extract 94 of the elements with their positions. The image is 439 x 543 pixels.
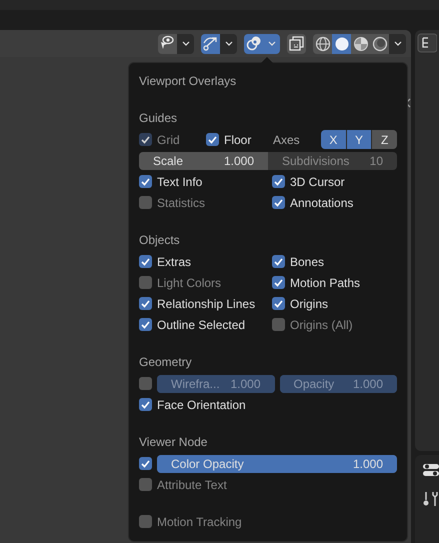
toolbar-button[interactable] bbox=[351, 34, 370, 54]
checkbox-label[interactable]: Light Colors bbox=[157, 276, 222, 290]
checkbox-label[interactable]: Motion Paths bbox=[290, 276, 360, 290]
toolbar-button[interactable] bbox=[201, 34, 220, 54]
checkbox-label[interactable]: Extras bbox=[157, 254, 192, 268]
checkmark-icon bbox=[141, 178, 150, 186]
axis-toggle[interactable]: X bbox=[321, 130, 346, 149]
checkbox-label[interactable]: Origins (All) bbox=[290, 318, 353, 332]
toolbar-button[interactable] bbox=[158, 34, 177, 54]
toolbar-button[interactable] bbox=[313, 34, 332, 54]
checkbox[interactable] bbox=[139, 297, 152, 310]
checkbox[interactable] bbox=[139, 457, 152, 470]
checkbox[interactable] bbox=[272, 318, 285, 331]
toolbar-button[interactable] bbox=[244, 34, 263, 54]
checkbox-label[interactable]: Relationship Lines bbox=[157, 296, 256, 310]
gizmo-icon bbox=[202, 34, 220, 52]
checkbox[interactable] bbox=[139, 255, 152, 268]
field-value: 1.000 bbox=[352, 456, 383, 470]
field-label: Color Opacity bbox=[171, 456, 244, 470]
half-sphere-icon bbox=[352, 34, 370, 52]
checkbox-label[interactable]: Face Orientation bbox=[157, 398, 246, 412]
dropdown-button[interactable] bbox=[220, 34, 237, 54]
toggles-icon[interactable] bbox=[423, 463, 439, 477]
checkbox[interactable] bbox=[139, 175, 152, 188]
chevron-down-icon bbox=[224, 41, 232, 46]
checkmark-icon bbox=[208, 136, 217, 144]
checkbox[interactable] bbox=[206, 133, 219, 146]
checkbox-label[interactable]: Attribute Text bbox=[157, 478, 227, 492]
checkbox-label[interactable]: Motion Tracking bbox=[157, 514, 242, 528]
outliner-icon[interactable] bbox=[417, 33, 437, 53]
checkbox[interactable] bbox=[139, 318, 152, 331]
axis-toggle[interactable]: Y bbox=[346, 130, 372, 149]
slider-field[interactable]: Color Opacity 1.000 bbox=[157, 454, 397, 472]
checkbox[interactable] bbox=[139, 478, 152, 491]
axis-toggle[interactable]: Z bbox=[372, 130, 397, 149]
shaded-sphere-icon bbox=[370, 34, 388, 52]
checkmark-icon bbox=[141, 258, 150, 266]
checkmark-icon bbox=[274, 258, 283, 266]
checkmark-icon bbox=[141, 400, 150, 408]
dropdown-button[interactable] bbox=[263, 34, 280, 54]
field-value: 10 bbox=[370, 154, 383, 168]
section-heading: Viewer Node bbox=[139, 434, 208, 451]
section-heading: Guides bbox=[139, 110, 178, 127]
overlapping-circles-icon bbox=[244, 34, 262, 52]
field-label: Scale bbox=[153, 154, 184, 168]
checkbox-label[interactable]: 3D Cursor bbox=[290, 174, 345, 188]
wire-sphere-icon bbox=[314, 34, 332, 52]
xray-icon bbox=[288, 34, 306, 52]
checkmark-icon bbox=[141, 320, 150, 328]
section-heading: Geometry bbox=[139, 354, 193, 371]
checkbox-label[interactable]: Origins bbox=[290, 296, 328, 310]
checkbox[interactable] bbox=[139, 515, 152, 528]
checkbox[interactable] bbox=[272, 255, 285, 268]
checkbox-label[interactable]: Statistics bbox=[157, 196, 206, 210]
checkbox-label[interactable]: Text Info bbox=[157, 174, 202, 188]
chevron-down-icon bbox=[182, 41, 190, 46]
field-label: Opacity bbox=[294, 376, 334, 390]
field-value: 1.000 bbox=[230, 376, 260, 390]
toolbar-button[interactable] bbox=[287, 34, 306, 54]
tools-icon[interactable] bbox=[423, 491, 439, 507]
field-label: Subdivisions bbox=[282, 154, 350, 168]
checkbox[interactable] bbox=[139, 377, 152, 390]
chevron-down-icon bbox=[268, 41, 276, 46]
solid-sphere-icon bbox=[332, 34, 350, 52]
checkbox[interactable] bbox=[139, 398, 152, 411]
checkbox[interactable] bbox=[272, 276, 285, 289]
chevron-down-icon bbox=[394, 41, 402, 46]
checkmark-icon bbox=[274, 300, 283, 308]
checkbox-label[interactable]: Annotations bbox=[290, 196, 354, 210]
checkbox[interactable] bbox=[139, 276, 152, 289]
number-field[interactable]: Scale 1.000 bbox=[139, 152, 268, 170]
checkmark-icon bbox=[274, 178, 283, 186]
checkmark-icon bbox=[274, 198, 283, 206]
checkbox[interactable] bbox=[272, 297, 285, 310]
axes-label: Axes bbox=[273, 132, 301, 146]
checkbox-label[interactable]: Bones bbox=[290, 254, 324, 268]
checkmark-icon bbox=[141, 300, 150, 308]
checkbox[interactable] bbox=[272, 196, 285, 209]
checkmark-icon bbox=[141, 460, 150, 468]
dropdown-button[interactable] bbox=[389, 34, 406, 54]
checkbox-label[interactable]: Outline Selected bbox=[157, 318, 246, 332]
field-label: Wirefra... bbox=[171, 376, 220, 390]
toolbar-button[interactable] bbox=[332, 34, 351, 54]
checkmark-icon bbox=[141, 136, 150, 144]
popover-title: Viewport Overlays bbox=[139, 73, 238, 90]
checkbox[interactable] bbox=[272, 175, 285, 188]
dropdown-button[interactable] bbox=[177, 34, 194, 54]
checkbox[interactable] bbox=[139, 196, 152, 209]
field-value: 1.000 bbox=[224, 154, 254, 168]
checkmark-icon bbox=[274, 278, 283, 286]
field-value: 1.000 bbox=[352, 376, 383, 390]
section-heading: Objects bbox=[139, 232, 181, 249]
checkbox-label[interactable]: Floor bbox=[224, 132, 252, 146]
toolbar-button[interactable] bbox=[370, 34, 389, 54]
